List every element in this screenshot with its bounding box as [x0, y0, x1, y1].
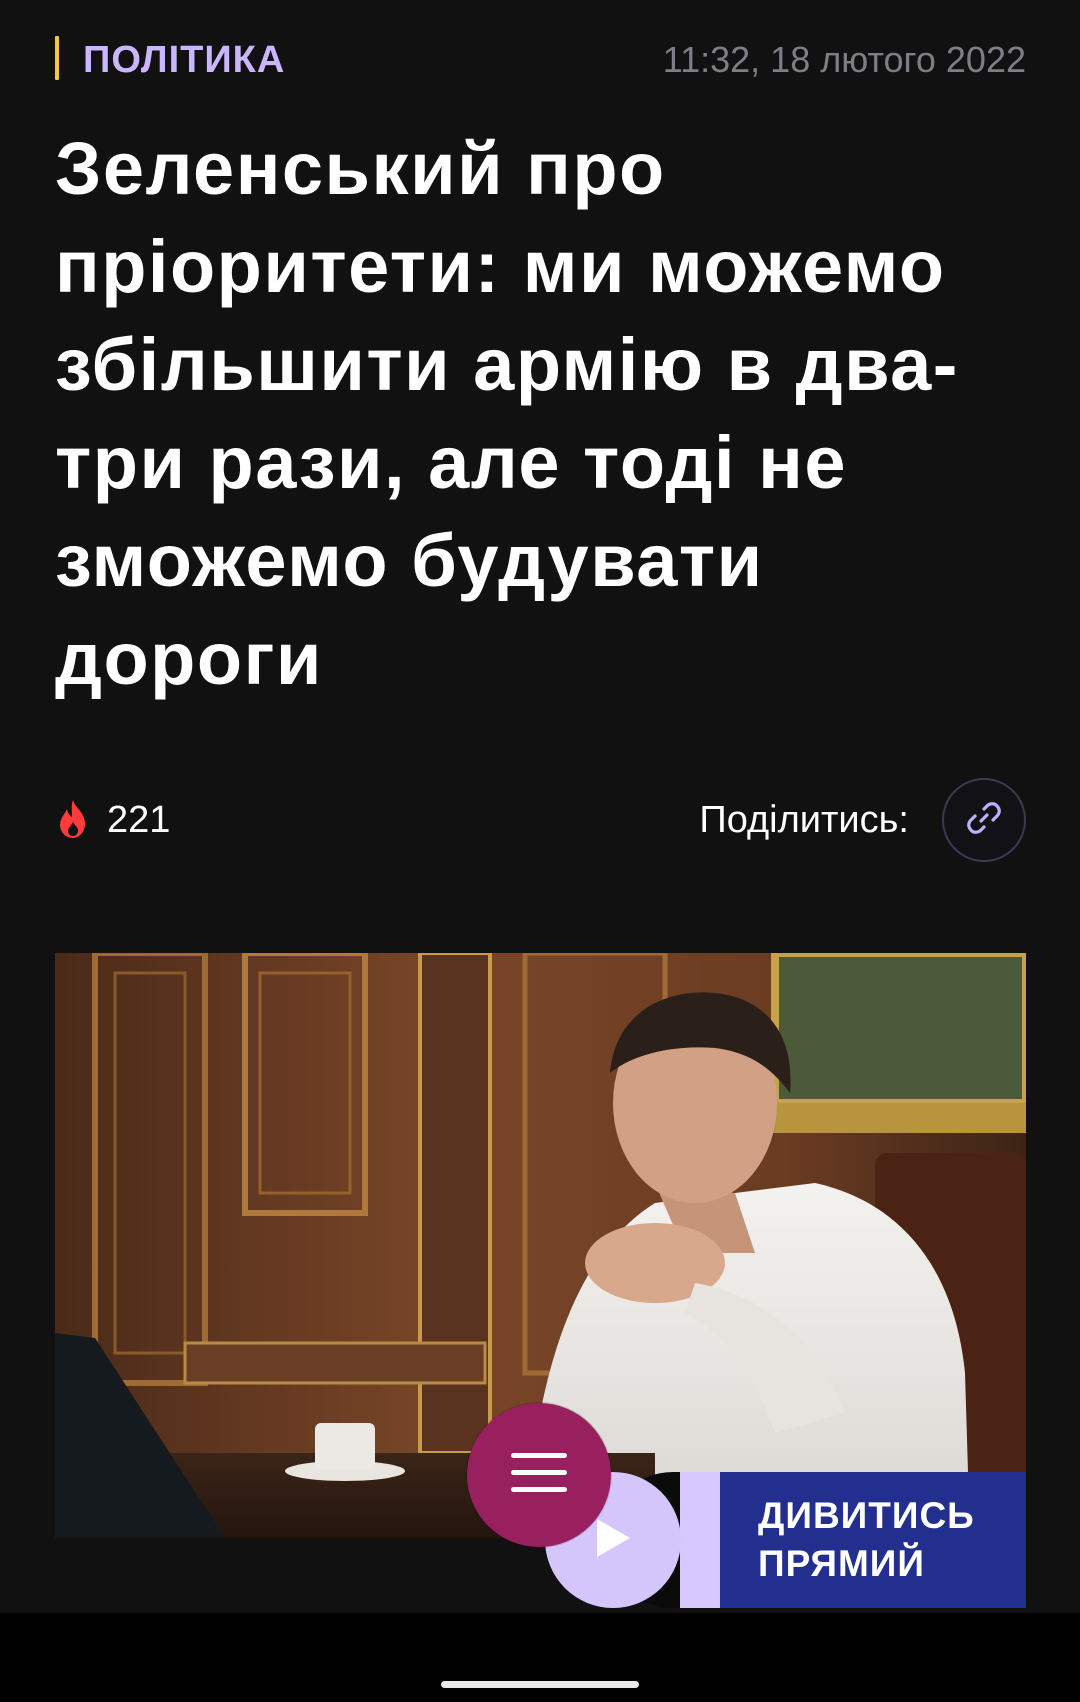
article-headline: Зеленський про пріоритети: ми можемо збі… — [55, 127, 959, 700]
system-navigation-bar — [0, 1613, 1080, 1702]
view-count: 221 — [107, 799, 171, 841]
link-icon — [964, 798, 1004, 843]
play-icon — [593, 1516, 633, 1565]
watch-live-banner[interactable]: ДИВИТИСЬ ПРЯМИЙ — [720, 1472, 1026, 1608]
publish-timestamp: 11:32, 18 лютого 2022 — [662, 39, 1026, 80]
fire-icon — [55, 798, 91, 840]
menu-button[interactable] — [467, 1403, 611, 1547]
category-accent-bar — [55, 36, 59, 80]
live-widget-accent — [680, 1472, 720, 1608]
category-link[interactable]: ПОЛІТИКА — [83, 38, 285, 82]
watch-live-label: ДИВИТИСЬ ПРЯМИЙ — [758, 1495, 975, 1584]
home-indicator[interactable] — [441, 1681, 639, 1688]
article-meta: ПОЛІТИКА 11:32, 18 лютого 2022 — [55, 34, 1026, 84]
copy-link-button[interactable] — [942, 778, 1026, 862]
article-stats: 221 Поділитись: — [55, 778, 1026, 868]
hamburger-menu-icon — [509, 1450, 569, 1501]
watch-live-widget[interactable]: ДИВИТИСЬ ПРЯМИЙ — [545, 1472, 1026, 1608]
article-page: ПОЛІТИКА 11:32, 18 лютого 2022 Зеленськи… — [0, 0, 1080, 1613]
share-label: Поділитись: — [699, 799, 909, 841]
